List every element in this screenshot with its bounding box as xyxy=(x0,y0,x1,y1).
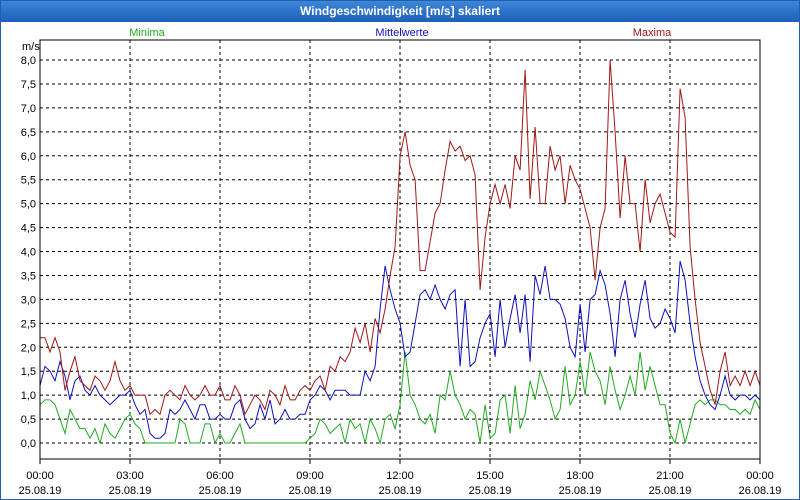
y-tick-label: 1,0 xyxy=(21,390,36,402)
y-tick-label: 8,0 xyxy=(21,55,36,67)
x-tick-date: 25.08.19 xyxy=(469,485,512,497)
x-tick-time: 00:00 xyxy=(746,470,774,482)
x-tick-time: 00:00 xyxy=(26,470,54,482)
x-tick-time: 03:00 xyxy=(116,470,144,482)
x-tick-date: 25.08.19 xyxy=(199,485,242,497)
y-axis-unit: m/s xyxy=(22,41,40,53)
y-tick-label: 3,0 xyxy=(21,294,36,306)
y-tick-label: 0,0 xyxy=(21,438,36,450)
x-tick-date: 26.08.19 xyxy=(739,485,782,497)
x-tick-date: 25.08.19 xyxy=(19,485,62,497)
y-tick-label: 5,5 xyxy=(21,175,36,187)
y-tick-label: 1,5 xyxy=(21,366,36,378)
legend-mittelwerte: Mittelwerte xyxy=(375,27,428,39)
y-tick-label: 6,0 xyxy=(21,151,36,163)
x-tick-time: 15:00 xyxy=(476,470,504,482)
x-tick-time: 09:00 xyxy=(296,470,324,482)
y-tick-label: 4,5 xyxy=(21,223,36,235)
x-tick-date: 25.08.19 xyxy=(379,485,422,497)
y-tick-label: 7,5 xyxy=(21,79,36,91)
y-tick-label: 2,0 xyxy=(21,342,36,354)
y-tick-label: 5,0 xyxy=(21,199,36,211)
chart-svg: m/s Minima Mittelwerte Maxima 0,0 0,5 1,0 1… xyxy=(19,27,782,497)
x-tick-time: 12:00 xyxy=(386,470,414,482)
x-tick-date: 25.08.19 xyxy=(109,485,152,497)
y-tick-label: 2,5 xyxy=(21,318,36,330)
x-tick-time: 18:00 xyxy=(566,470,594,482)
y-tick-label: 3,5 xyxy=(21,270,36,282)
y-tick-label: 4,0 xyxy=(21,247,36,259)
x-tick-date: 25.08.19 xyxy=(559,485,602,497)
legend-minima: Minima xyxy=(129,27,165,39)
legend-maxima: Maxima xyxy=(633,27,672,39)
x-tick-date: 25.08.19 xyxy=(649,485,692,497)
x-tick-date: 25.08.19 xyxy=(289,485,332,497)
y-tick-label: 0,5 xyxy=(21,414,36,426)
y-tick-label: 7,0 xyxy=(21,103,36,115)
x-tick-time: 21:00 xyxy=(656,470,684,482)
y-tick-label: 6,5 xyxy=(21,127,36,139)
x-tick-time: 06:00 xyxy=(206,470,234,482)
